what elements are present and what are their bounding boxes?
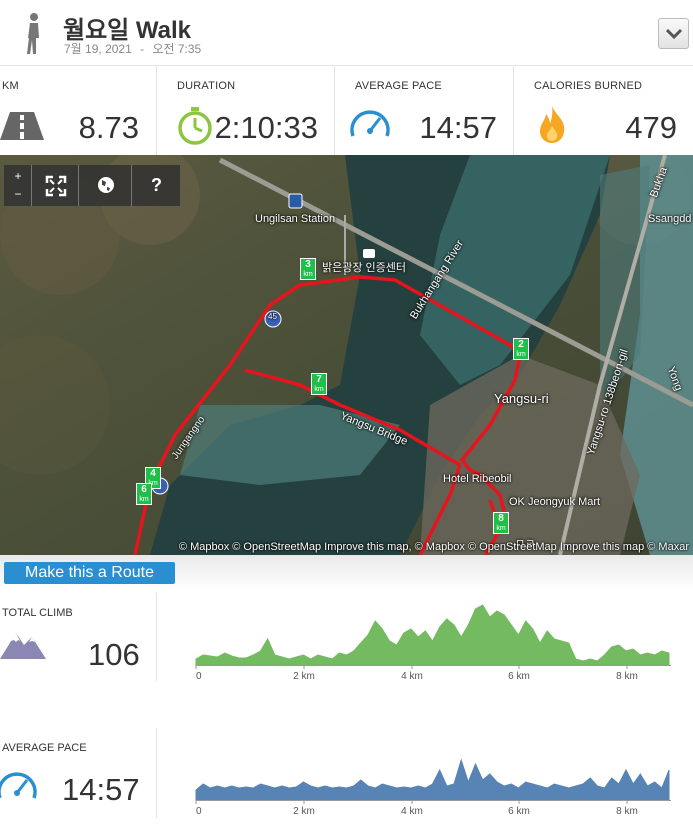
- total-climb-panel: TOTAL CLIMB 106: [0, 593, 157, 681]
- km-marker-unit: km: [496, 525, 506, 532]
- profile-area: [195, 758, 670, 801]
- fullscreen-button[interactable]: [31, 165, 79, 206]
- make-route-button[interactable]: Make this a Route: [4, 562, 175, 584]
- km-marker-7[interactable]: 7 km: [311, 373, 327, 395]
- total-climb-label: TOTAL CLIMB: [2, 607, 73, 619]
- km-marker-number: 2: [518, 339, 524, 350]
- x-tick-label: 0: [196, 671, 202, 682]
- km-marker-2[interactable]: 2 km: [513, 338, 529, 360]
- x-tick-label: 6 km: [508, 671, 530, 682]
- stat-value: 2:10:33: [214, 110, 318, 145]
- activity-date: 7월 19, 2021: [64, 42, 132, 56]
- x-tick-label: 8 km: [616, 806, 638, 817]
- activity-datetime: 7월 19, 2021 - 오전 7:35: [64, 40, 201, 57]
- activity-header: 월요일 Walk 7월 19, 2021 - 오전 7:35: [0, 0, 693, 66]
- town-label: Yangsu-ri: [494, 391, 549, 406]
- stat-value: 479: [625, 110, 677, 145]
- km-marker-8[interactable]: 8 km: [493, 512, 509, 534]
- place-label-ssangdd: Ssangdd: [648, 213, 692, 225]
- map-attribution[interactable]: © Mapbox © OpenStreetMap Improve this ma…: [179, 541, 689, 553]
- x-tick-label: 4 km: [401, 806, 423, 817]
- x-tick-label: 6 km: [508, 806, 530, 817]
- stopwatch-icon: [178, 107, 212, 145]
- chevron-down-icon: [666, 28, 682, 40]
- km-marker-unit: km: [303, 271, 313, 278]
- pace-chart-svg: 0 2 km 4 km 6 km 8 km: [195, 758, 671, 817]
- stat-duration: DURATION 2:10:33: [157, 66, 335, 155]
- average-pace-label: AVERAGE PACE: [2, 742, 87, 754]
- x-tick-label: 0: [196, 806, 202, 817]
- mountain-icon: [0, 633, 46, 659]
- zoom-out-button[interactable]: −: [9, 185, 27, 203]
- speedometer-icon: [0, 772, 37, 799]
- route-45-shield-label: 45: [268, 312, 277, 321]
- center-label: 밝은광장 인증센터: [322, 262, 407, 274]
- summary-stats: KM 8.73 DURATION 2:10:33 AVERAGE PACE 14…: [0, 66, 693, 155]
- station-label: Ungilsan Station: [255, 213, 336, 225]
- km-marker-unit: km: [314, 386, 324, 393]
- road-icon: [0, 112, 44, 140]
- stat-label: DURATION: [177, 80, 236, 92]
- stat-label: CALORIES BURNED: [534, 80, 643, 92]
- elevation-chart-svg: 0 2 km 4 km 6 km 8 km: [195, 604, 671, 682]
- flame-icon: [540, 106, 565, 143]
- x-tick-label: 8 km: [616, 671, 638, 682]
- stat-average-pace: AVERAGE PACE 14:57: [335, 66, 514, 155]
- total-climb-value: 106: [88, 637, 140, 672]
- km-marker-unit: km: [139, 496, 149, 503]
- x-tick-label: 2 km: [293, 806, 315, 817]
- elevation-chart[interactable]: 0 2 km 4 km 6 km 8 km: [157, 593, 693, 688]
- speedometer-icon: [350, 110, 390, 137]
- km-marker-unit: km: [516, 351, 526, 358]
- average-pace-value: 14:57: [62, 772, 140, 807]
- map-controls: + − ?: [4, 165, 180, 206]
- km-marker-number: 3: [305, 259, 311, 270]
- walking-person-icon: [27, 13, 39, 54]
- route-map[interactable]: + − ? Ungilsan Station 밝은광장 인증센터 Bukhang…: [0, 155, 693, 555]
- activity-time: 오전 7:35: [152, 42, 202, 56]
- km-marker-number: 8: [498, 513, 504, 524]
- km-marker-6[interactable]: 6 km: [136, 483, 152, 505]
- average-pace-panel: AVERAGE PACE 14:57: [0, 728, 157, 818]
- satellite-imagery: [0, 155, 693, 555]
- datetime-separator: -: [140, 42, 145, 56]
- globe-button[interactable]: [80, 165, 132, 206]
- stat-label: AVERAGE PACE: [355, 80, 442, 92]
- options-dropdown-button[interactable]: [658, 18, 689, 49]
- pace-chart[interactable]: 0 2 km 4 km 6 km 8 km: [157, 728, 693, 828]
- profile-area: [195, 604, 670, 666]
- globe-icon: [98, 177, 114, 193]
- stat-calories: CALORIES BURNED 479: [514, 66, 693, 155]
- mart-label: OK Jeongyuk Mart: [509, 496, 601, 508]
- zoom-in-button[interactable]: +: [9, 167, 27, 185]
- help-button[interactable]: ?: [133, 165, 180, 206]
- stat-distance: KM 8.73: [0, 66, 157, 155]
- km-marker-number: 6: [141, 484, 147, 495]
- stat-value: 8.73: [78, 110, 139, 145]
- km-marker-3[interactable]: 3 km: [300, 258, 316, 280]
- fullscreen-icon: [45, 175, 67, 197]
- stat-label: KM: [2, 80, 19, 92]
- hotel-label: Hotel Ribeobil: [443, 473, 512, 485]
- x-tick-label: 4 km: [401, 671, 423, 682]
- km-marker-number: 7: [316, 374, 322, 385]
- km-marker-number: 4: [150, 468, 156, 479]
- stat-value: 14:57: [419, 110, 497, 145]
- x-tick-label: 2 km: [293, 671, 315, 682]
